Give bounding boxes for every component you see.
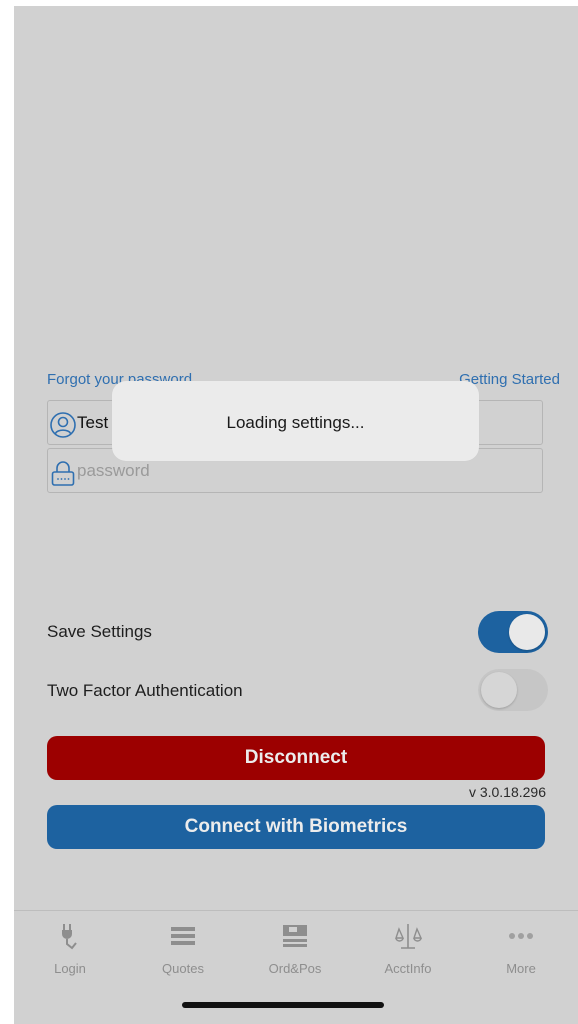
tab-label: Ord&Pos xyxy=(268,961,322,976)
tab-label: Quotes xyxy=(162,961,204,976)
scale-icon xyxy=(393,921,423,951)
version-label: v 3.0.18.296 xyxy=(468,784,546,800)
connect-biometrics-button[interactable]: Connect with Biometrics xyxy=(47,805,545,849)
user-icon xyxy=(49,411,77,439)
two-factor-label: Two Factor Authentication xyxy=(47,681,243,700)
tab-login[interactable]: Login xyxy=(25,921,115,976)
tab-label: More xyxy=(506,961,536,976)
home-indicator xyxy=(182,1002,384,1008)
save-settings-label: Save Settings xyxy=(47,622,152,641)
tab-ordpos[interactable]: Ord&Pos xyxy=(250,921,340,976)
more-dots-icon xyxy=(506,921,536,951)
list-icon xyxy=(168,921,198,951)
save-settings-toggle[interactable] xyxy=(478,611,548,653)
tab-quotes[interactable]: Quotes xyxy=(138,921,228,976)
document-icon xyxy=(280,921,310,951)
loading-message: Loading settings... xyxy=(226,413,365,432)
plug-icon xyxy=(55,921,85,951)
loading-toast: Loading settings... xyxy=(112,381,479,461)
login-screen: Forgot your password Getting Started Tes… xyxy=(14,6,578,1024)
tab-label: AcctInfo xyxy=(384,961,432,976)
two-factor-toggle[interactable] xyxy=(478,669,548,711)
tab-acctinfo[interactable]: AcctInfo xyxy=(363,921,453,976)
lock-icon xyxy=(49,459,77,487)
tab-more[interactable]: More xyxy=(476,921,566,976)
username-value: Test xyxy=(77,413,109,432)
disconnect-button[interactable]: Disconnect xyxy=(47,736,545,780)
toggle-knob xyxy=(481,672,517,708)
password-placeholder: password xyxy=(77,461,150,480)
tab-label: Login xyxy=(54,961,86,976)
toggle-knob xyxy=(509,614,545,650)
